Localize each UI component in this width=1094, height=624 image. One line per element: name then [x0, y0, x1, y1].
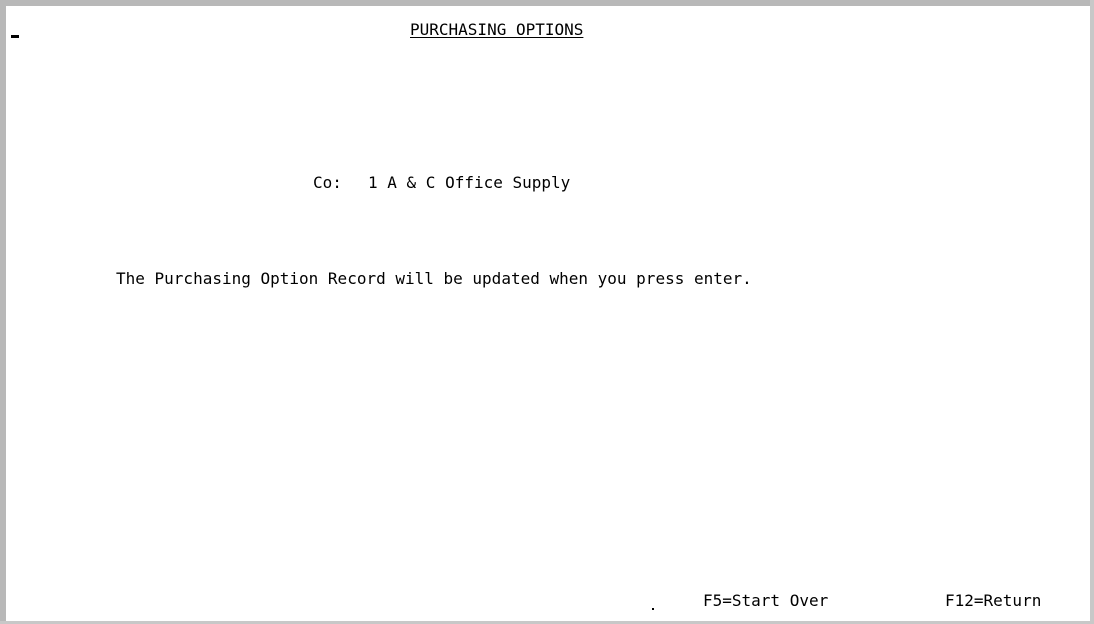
window-frame-right — [1090, 0, 1094, 624]
terminal-screen: PURCHASING OPTIONS Co: 1 A & C Office Su… — [0, 0, 1094, 624]
company-label: Co: — [313, 173, 342, 192]
window-frame-top — [0, 0, 1094, 6]
cursor-dot — [652, 608, 654, 610]
company-value: 1 A & C Office Supply — [368, 173, 571, 192]
window-frame-left — [0, 0, 6, 624]
text-cursor[interactable] — [11, 35, 19, 38]
page-title: PURCHASING OPTIONS — [410, 20, 584, 39]
update-message: The Purchasing Option Record will be upd… — [116, 269, 752, 288]
start-over-key[interactable]: F5=Start Over — [703, 592, 828, 610]
return-key[interactable]: F12=Return — [945, 592, 1041, 610]
